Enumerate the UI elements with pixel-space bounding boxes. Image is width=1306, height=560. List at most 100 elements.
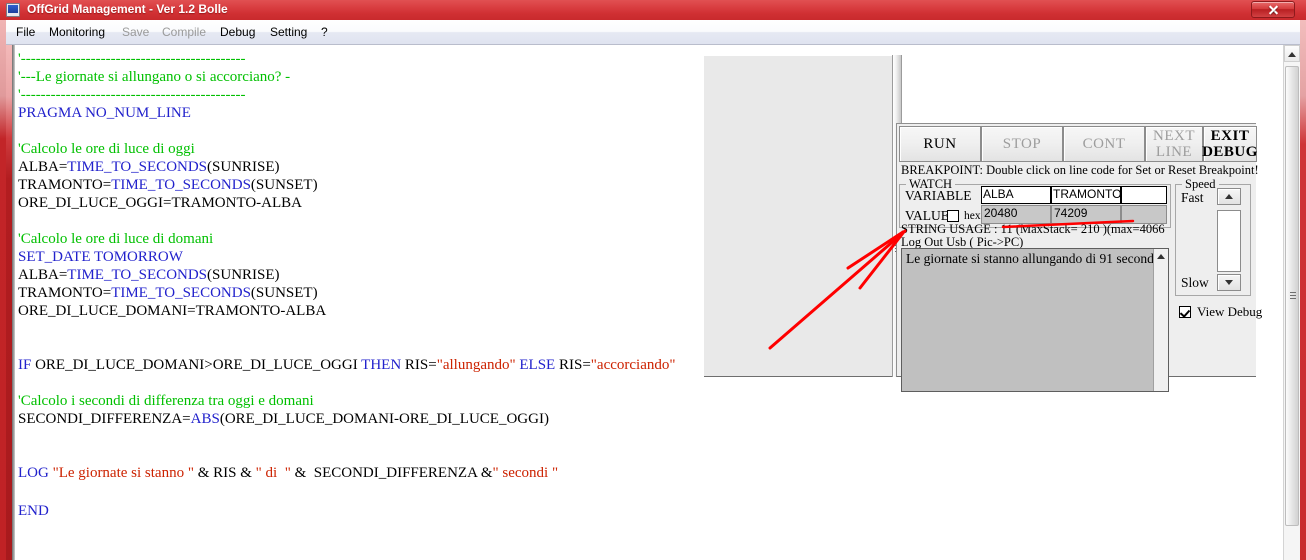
code-token: 'Calcolo le ore di luce di domani	[18, 231, 214, 247]
code-token: ORE_DI_LUCE_DOMANI>ORE_DI_LUCE_OGGI	[31, 357, 362, 373]
code-line[interactable]: 'Calcolo le ore di luce di domani	[18, 231, 213, 247]
code-token: RIS=	[555, 357, 591, 373]
watch-variable-input-1[interactable]: ALBA	[981, 186, 1051, 204]
view-debug-label: View Debug	[1197, 304, 1263, 319]
menu-item-debug[interactable]: Debug	[218, 24, 257, 41]
code-line[interactable]: '---Le giornate si allungano o si accorc…	[18, 69, 290, 85]
menu-item-monitoring[interactable]: Monitoring	[47, 24, 107, 41]
code-token: PRAGMA NO_NUM_LINE	[18, 105, 191, 121]
menu-item-file[interactable]: File	[14, 24, 37, 41]
app-icon	[6, 3, 20, 17]
code-line[interactable]: ORE_DI_LUCE_OGGI=TRAMONTO-ALBA	[18, 195, 302, 211]
code-token: ABS	[190, 411, 220, 427]
code-line[interactable]: SECONDI_DIFFERENZA=ABS(ORE_DI_LUCE_DOMAN…	[18, 411, 549, 427]
code-token: " di "	[255, 465, 291, 481]
code-token: TRAMONTO=	[18, 285, 112, 301]
code-token: '---Le giornate si allungano o si accorc…	[18, 69, 291, 85]
code-line[interactable]: 'Calcolo le ore di luce di oggi	[18, 141, 195, 157]
code-token: LOG	[18, 465, 49, 481]
code-line[interactable]: TRAMONTO=TIME_TO_SECONDS(SUNSET)	[18, 285, 318, 301]
window-frame-right-edge	[1300, 20, 1306, 560]
code-line[interactable]: '---------------------------------------…	[18, 87, 245, 103]
code-line[interactable]: 'Calcolo i secondi di differenza tra ogg…	[18, 393, 314, 409]
chevron-up-icon	[1225, 194, 1233, 199]
run-button[interactable]: RUN	[899, 126, 981, 162]
string-usage-text: STRING USAGE : 11 (MaxStack= 210 )(max=4…	[901, 222, 1165, 236]
debug-button-row: RUN STOP CONT NEXT LINE EXIT DEBUG	[899, 126, 1257, 162]
code-token: (SUNSET)	[250, 285, 318, 301]
speed-up-button[interactable]	[1217, 188, 1241, 205]
watch-variable-label: VARIABLE	[905, 188, 972, 203]
code-line[interactable]: END	[18, 503, 49, 519]
next-line-button-label-top: NEXT	[1153, 128, 1195, 144]
hex-checkbox[interactable]	[947, 210, 959, 222]
scroll-thumb-grip-icon	[1290, 292, 1296, 301]
title-bar[interactable]: OffGrid Management - Ver 1.2 Bolle	[0, 0, 1306, 20]
code-token: ORE_DI_LUCE_OGGI=TRAMONTO-ALBA	[18, 195, 302, 211]
log-scrollbar[interactable]	[1153, 249, 1168, 391]
log-output-line: Le giornate si stanno allungando di 91 s…	[906, 251, 1158, 266]
code-token: (ORE_DI_LUCE_DOMANI-ORE_DI_LUCE_OGGI)	[219, 411, 549, 427]
chevron-down-icon	[1225, 280, 1233, 285]
code-token: ORE_DI_LUCE_DOMANI=TRAMONTO-ALBA	[18, 303, 327, 319]
code-token: (SUNRISE)	[207, 267, 280, 283]
menu-item-setting[interactable]: Setting	[268, 24, 309, 41]
code-line[interactable]: SET_DATE TOMORROW	[18, 249, 183, 265]
code-token: SET_DATE TOMORROW	[18, 249, 183, 265]
code-line[interactable]: ORE_DI_LUCE_DOMANI=TRAMONTO-ALBA	[18, 303, 326, 319]
watch-variable-input-2[interactable]: TRAMONTO	[1051, 186, 1121, 204]
code-token: ALBA=	[18, 159, 68, 175]
view-debug-checkbox[interactable]	[1179, 306, 1191, 318]
exit-debug-label-top: EXIT	[1210, 128, 1250, 144]
breakpoint-hint: BREAKPOINT: Double click on line code fo…	[901, 163, 1259, 177]
code-line[interactable]: IF ORE_DI_LUCE_DOMANI>ORE_DI_LUCE_OGGI T…	[18, 357, 676, 373]
code-line[interactable]: ALBA=TIME_TO_SECONDS(SUNRISE)	[18, 159, 280, 175]
scroll-up-icon[interactable]	[1157, 254, 1165, 259]
code-token: & RIS &	[193, 465, 256, 481]
code-line[interactable]: TRAMONTO=TIME_TO_SECONDS(SUNSET)	[18, 177, 318, 193]
watch-variable-input-3[interactable]	[1121, 186, 1167, 204]
code-token: TIME_TO_SECONDS	[111, 285, 251, 301]
code-token: "accorciando"	[590, 357, 676, 373]
code-line[interactable]: LOG "Le giornate si stanno " & RIS & " d…	[18, 465, 558, 481]
next-line-button-label-bottom: LINE	[1155, 144, 1193, 160]
code-token: END	[18, 503, 49, 519]
speed-down-button[interactable]	[1217, 274, 1241, 291]
scroll-up-arrow-icon	[1288, 52, 1296, 57]
code-token: "Le giornate si stanno "	[52, 465, 194, 481]
code-line[interactable]: PRAGMA NO_NUM_LINE	[18, 105, 191, 121]
code-editor[interactable]: '---------------------------------------…	[16, 45, 696, 560]
code-token: "allungando"	[436, 357, 516, 373]
window-title: OffGrid Management - Ver 1.2 Bolle	[27, 2, 228, 16]
code-token: '---------------------------------------…	[18, 87, 246, 103]
debug-panel: RUN STOP CONT NEXT LINE EXIT DEBUG BREAK…	[896, 123, 1262, 392]
scroll-thumb[interactable]	[1285, 66, 1299, 526]
code-token: ALBA=	[18, 267, 68, 283]
exit-debug-button[interactable]: EXIT DEBUG	[1202, 126, 1257, 162]
log-output-box[interactable]: Le giornate si stanno allungando di 91 s…	[901, 248, 1169, 392]
scroll-up-button[interactable]	[1284, 45, 1300, 62]
code-token: '---------------------------------------…	[18, 51, 246, 67]
main-vertical-scrollbar[interactable]	[1283, 45, 1300, 560]
code-token: TIME_TO_SECONDS	[111, 177, 251, 193]
speed-fast-label: Fast	[1181, 190, 1204, 205]
code-token: IF	[18, 357, 32, 373]
menu-item-help[interactable]: ?	[319, 24, 330, 41]
editor-gutter-divider	[12, 45, 15, 560]
code-token: 'Calcolo le ore di luce di oggi	[18, 141, 195, 157]
hex-label: hex	[964, 210, 981, 222]
code-token: (SUNSET)	[250, 177, 318, 193]
code-token: TIME_TO_SECONDS	[67, 159, 208, 175]
code-token: RIS=	[401, 357, 437, 373]
stop-button: STOP	[981, 126, 1063, 162]
code-token: SECONDI_DIFFERENZA=	[18, 411, 191, 427]
next-line-button: NEXT LINE	[1145, 126, 1203, 162]
code-line[interactable]: ALBA=TIME_TO_SECONDS(SUNRISE)	[18, 267, 280, 283]
code-token: (SUNRISE)	[207, 159, 280, 175]
close-icon[interactable]	[1251, 1, 1295, 18]
speed-slider-track[interactable]	[1217, 210, 1241, 272]
menu-item-save: Save	[122, 25, 150, 39]
code-token: & SECONDI_DIFFERENZA &	[290, 465, 493, 481]
code-token: " secondi "	[492, 465, 559, 481]
code-line[interactable]: '---------------------------------------…	[18, 51, 245, 67]
